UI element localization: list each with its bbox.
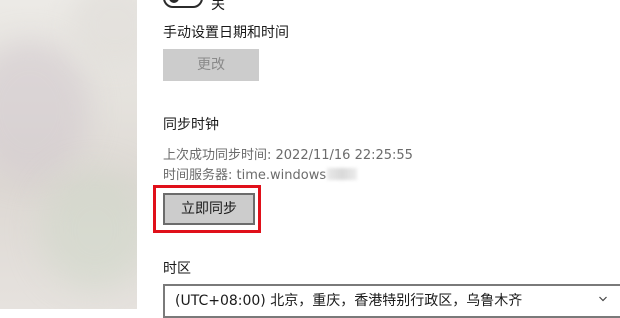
timezone-selected-value: (UTC+08:00) 北京，重庆，香港特别行政区，乌鲁木齐 (175, 293, 523, 309)
auto-time-toggle[interactable] (163, 0, 203, 8)
background-blur (40, 170, 137, 290)
timezone-label: 时区 (163, 261, 191, 277)
timezone-dropdown[interactable]: (UTC+08:00) 北京，重庆，香港特别行政区，乌鲁木齐 (163, 284, 620, 318)
manual-time-label: 手动设置日期和时间 (163, 25, 289, 41)
chevron-down-icon (599, 296, 607, 302)
background-sidebar (0, 0, 137, 309)
time-server-text: 时间服务器: time.windows (163, 168, 327, 183)
redacted-mask (327, 168, 358, 180)
sync-now-button[interactable]: 立即同步 (163, 193, 255, 225)
last-sync-text: 上次成功同步时间: 2022/11/16 22:25:55 (163, 148, 413, 163)
change-button[interactable]: 更改 (163, 49, 259, 81)
toggle-state-label: 关 (211, 0, 225, 13)
time-server-row: 时间服务器: time.windows (163, 164, 358, 183)
background-blur (0, 40, 90, 180)
sync-clock-heading: 同步时钟 (163, 117, 219, 133)
background-blur (70, 0, 137, 70)
toggle-knob (169, 0, 179, 3)
